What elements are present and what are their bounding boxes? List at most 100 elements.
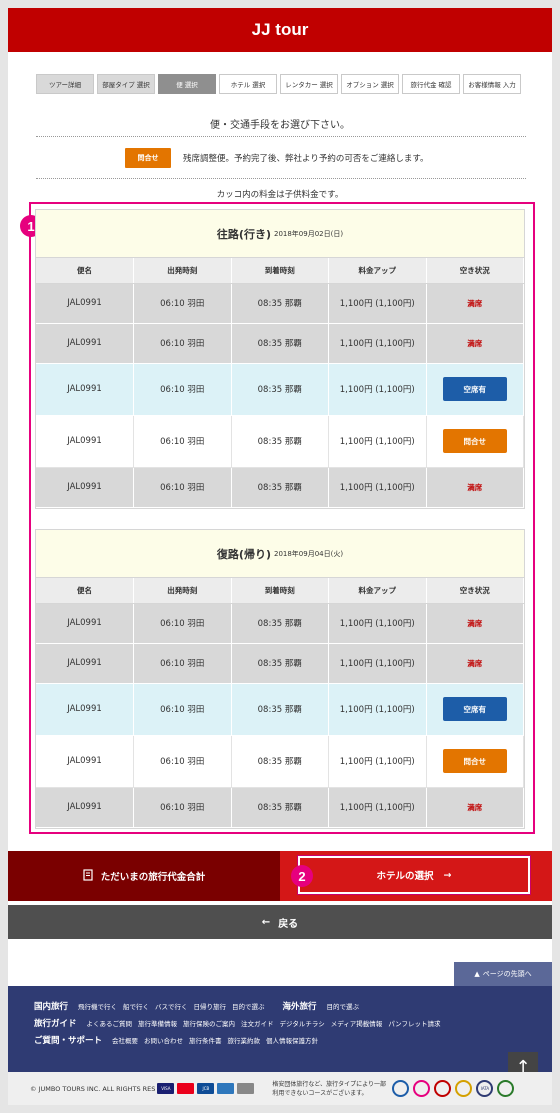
footer-link[interactable]: デジタルチラシ (280, 1018, 325, 1028)
flight-row: JAL0991 06:10 羽田 08:35 那覇 1,100円 (1,100円) 満席 (36, 787, 524, 828)
certification-logo-icon: IATA (476, 1080, 494, 1097)
flight-row: JAL0991 06:10 羽田 08:35 那覇 1,100円 (1,100円) 満席 (36, 643, 524, 684)
step-4[interactable]: ホテル 選択 (219, 74, 277, 94)
card-brand-icon: VISA (157, 1083, 175, 1094)
cell-arr: 08:35 那覇 (231, 787, 329, 828)
site-title[interactable]: JJ tour (252, 20, 309, 40)
page: JJ tour ツアー詳細 部屋タイプ 選択便 選択 ホテル 選択 レンタカー 選択オ… (8, 8, 552, 1105)
cell-arr: 08:35 那覇 (231, 323, 329, 364)
select-available-button[interactable]: 空席有 (442, 377, 507, 401)
cell-price: 1,100円 (1,100円) (328, 283, 427, 324)
flight-row: JAL0991 06:10 羽田 08:35 那覇 1,100円 (1,100円) 満席 (36, 467, 524, 508)
footer-link[interactable]: バスで行く (155, 1001, 188, 1011)
cell-arr: 08:35 那覇 (231, 735, 329, 788)
footer-link[interactable]: 会社概要 (112, 1035, 138, 1045)
outbound-direction: 往路(行き) (216, 227, 271, 241)
inquiry-legend-badge: 問合せ (125, 148, 171, 168)
footer-link[interactable]: 旅行準備情報 (138, 1018, 177, 1028)
cell-dep: 06:10 羽田 (133, 643, 232, 684)
footer-heading[interactable]: 海外旅行 (283, 1000, 317, 1012)
cell-flight: JAL0991 (36, 683, 134, 736)
inquiry-button[interactable]: 問合せ (442, 429, 507, 453)
page-top-link[interactable]: ▲ ページの先頭へ (454, 962, 552, 986)
sold-out-label: 満席 (467, 298, 483, 308)
footer-link[interactable]: 注文ガイド (241, 1018, 274, 1028)
footer-link[interactable]: 旅行業約款 (228, 1035, 261, 1045)
cell-dep: 06:10 羽田 (133, 323, 232, 364)
step-2[interactable]: 部屋タイプ 選択 (97, 74, 155, 94)
step-8[interactable]: お客様情報 入力 (463, 74, 521, 94)
footer-link[interactable]: よくあるご質問 (87, 1018, 133, 1028)
footer-link[interactable]: メディア掲載情報 (331, 1018, 383, 1028)
step-6[interactable]: オプション 選択 (341, 74, 399, 94)
inquiry-button[interactable]: 問合せ (442, 749, 507, 773)
cell-flight: JAL0991 (36, 363, 134, 416)
cell-dep: 06:10 羽田 (133, 787, 232, 828)
cell-status: 満席 (426, 643, 524, 684)
column-header: 出発時刻 (133, 258, 232, 284)
cell-flight: JAL0991 (36, 603, 134, 644)
footer-link[interactable]: 飛行機で行く (78, 1001, 117, 1011)
column-header: 便名 (36, 258, 134, 284)
cell-price: 1,100円 (1,100円) (328, 363, 427, 416)
flight-row: JAL0991 06:10 羽田 08:35 那覇 1,100円 (1,100円) 問合… (36, 415, 524, 468)
certification-logo-icon (413, 1080, 431, 1097)
inbound-table: 便名 出発時刻 到着時刻 料金アップ 空き状況 JAL0991 06:10 羽田 08:35… (36, 578, 524, 828)
cell-dep: 06:10 羽田 (133, 467, 232, 508)
travel-total-label: ただいまの旅行代金合計 (100, 872, 206, 883)
footer-heading[interactable]: 旅行ガイド (34, 1017, 77, 1029)
card-brand-icon (237, 1083, 255, 1094)
cell-status: 満席 (426, 467, 524, 508)
cell-status: 問合せ (426, 415, 524, 468)
footer-link[interactable]: 旅行条件書 (189, 1035, 222, 1045)
footer-link[interactable]: 目的で選ぶ (232, 1001, 265, 1011)
sold-out-label: 満席 (467, 802, 483, 812)
footer-link[interactable]: パンフレット請求 (388, 1018, 440, 1028)
cell-price: 1,100円 (1,100円) (328, 467, 427, 508)
select-available-button[interactable]: 空席有 (442, 697, 507, 721)
cell-flight: JAL0991 (36, 735, 134, 788)
page-lead: 便・交通手段をお選び下さい。 (210, 120, 350, 131)
footer-heading[interactable]: 国内旅行 (34, 1000, 68, 1012)
cell-price: 1,100円 (1,100円) (328, 643, 427, 684)
back-button[interactable]: ← 戻る (8, 905, 552, 939)
cell-arr: 08:35 那覇 (231, 415, 329, 468)
outbound-header: 往路(行き) 2018年09月02日(日) (36, 210, 524, 258)
outbound-table: 便名 出発時刻 到着時刻 料金アップ 空き状況 JAL0991 06:10 羽田 08:35… (36, 258, 524, 508)
footer-link[interactable]: 目的で選ぶ (327, 1001, 360, 1011)
cell-status: 満席 (426, 283, 524, 324)
travel-total-button[interactable]: ただいまの旅行代金合計 (8, 851, 280, 901)
footer-row: ご質問・サポート 会社概要 お問い合わせ 旅行条件書 旅行業約款 個人情報保護方針 (34, 1034, 552, 1051)
cell-dep: 06:10 羽田 (133, 683, 232, 736)
cell-price: 1,100円 (1,100円) (328, 603, 427, 644)
cell-flight: JAL0991 (36, 323, 134, 364)
step-3[interactable]: 便 選択 (158, 74, 216, 94)
certification-logo-icon (497, 1080, 515, 1097)
step-5[interactable]: レンタカー 選択 (280, 74, 338, 94)
column-header: 空き状況 (426, 578, 524, 604)
footer-link[interactable]: 旅行保険のご案内 (183, 1018, 235, 1028)
footer-link[interactable]: 船で行く (123, 1001, 149, 1011)
sold-out-label: 満席 (467, 338, 483, 348)
sold-out-label: 満席 (467, 482, 483, 492)
page-top-label: ページの先頭へ (482, 970, 532, 978)
flight-row: JAL0991 06:10 羽田 08:35 那覇 1,100円 (1,100円) 満席 (36, 283, 524, 324)
cell-price: 1,100円 (1,100円) (328, 683, 427, 736)
booking-steps: ツアー詳細 部屋タイプ 選択便 選択 ホテル 選択 レンタカー 選択 オプション 選択旅… (36, 74, 521, 94)
inbound-header: 復路(帰り) 2018年09月04日(火) (36, 530, 524, 578)
column-header: 料金アップ (328, 258, 427, 284)
footer-link[interactable]: 日帰り旅行 (194, 1001, 227, 1011)
footer-link[interactable]: 個人情報保護方針 (266, 1035, 318, 1045)
footer-link[interactable]: お問い合わせ (144, 1035, 183, 1045)
column-header: 料金アップ (328, 578, 427, 604)
cell-arr: 08:35 那覇 (231, 643, 329, 684)
certification-logo-icon (455, 1080, 473, 1097)
step-7[interactable]: 旅行代金 確認 (402, 74, 460, 94)
hotel-select-button[interactable]: ホテルの選択 → (297, 855, 531, 895)
site-header: JJ tour (8, 8, 552, 52)
document-icon (83, 868, 93, 884)
step-1[interactable]: ツアー詳細 (36, 74, 94, 94)
back-label: 戻る (278, 918, 299, 930)
flight-row: JAL0991 06:10 羽田 08:35 那覇 1,100円 (1,100円) 空席… (36, 363, 524, 416)
footer-heading[interactable]: ご質問・サポート (34, 1034, 102, 1046)
